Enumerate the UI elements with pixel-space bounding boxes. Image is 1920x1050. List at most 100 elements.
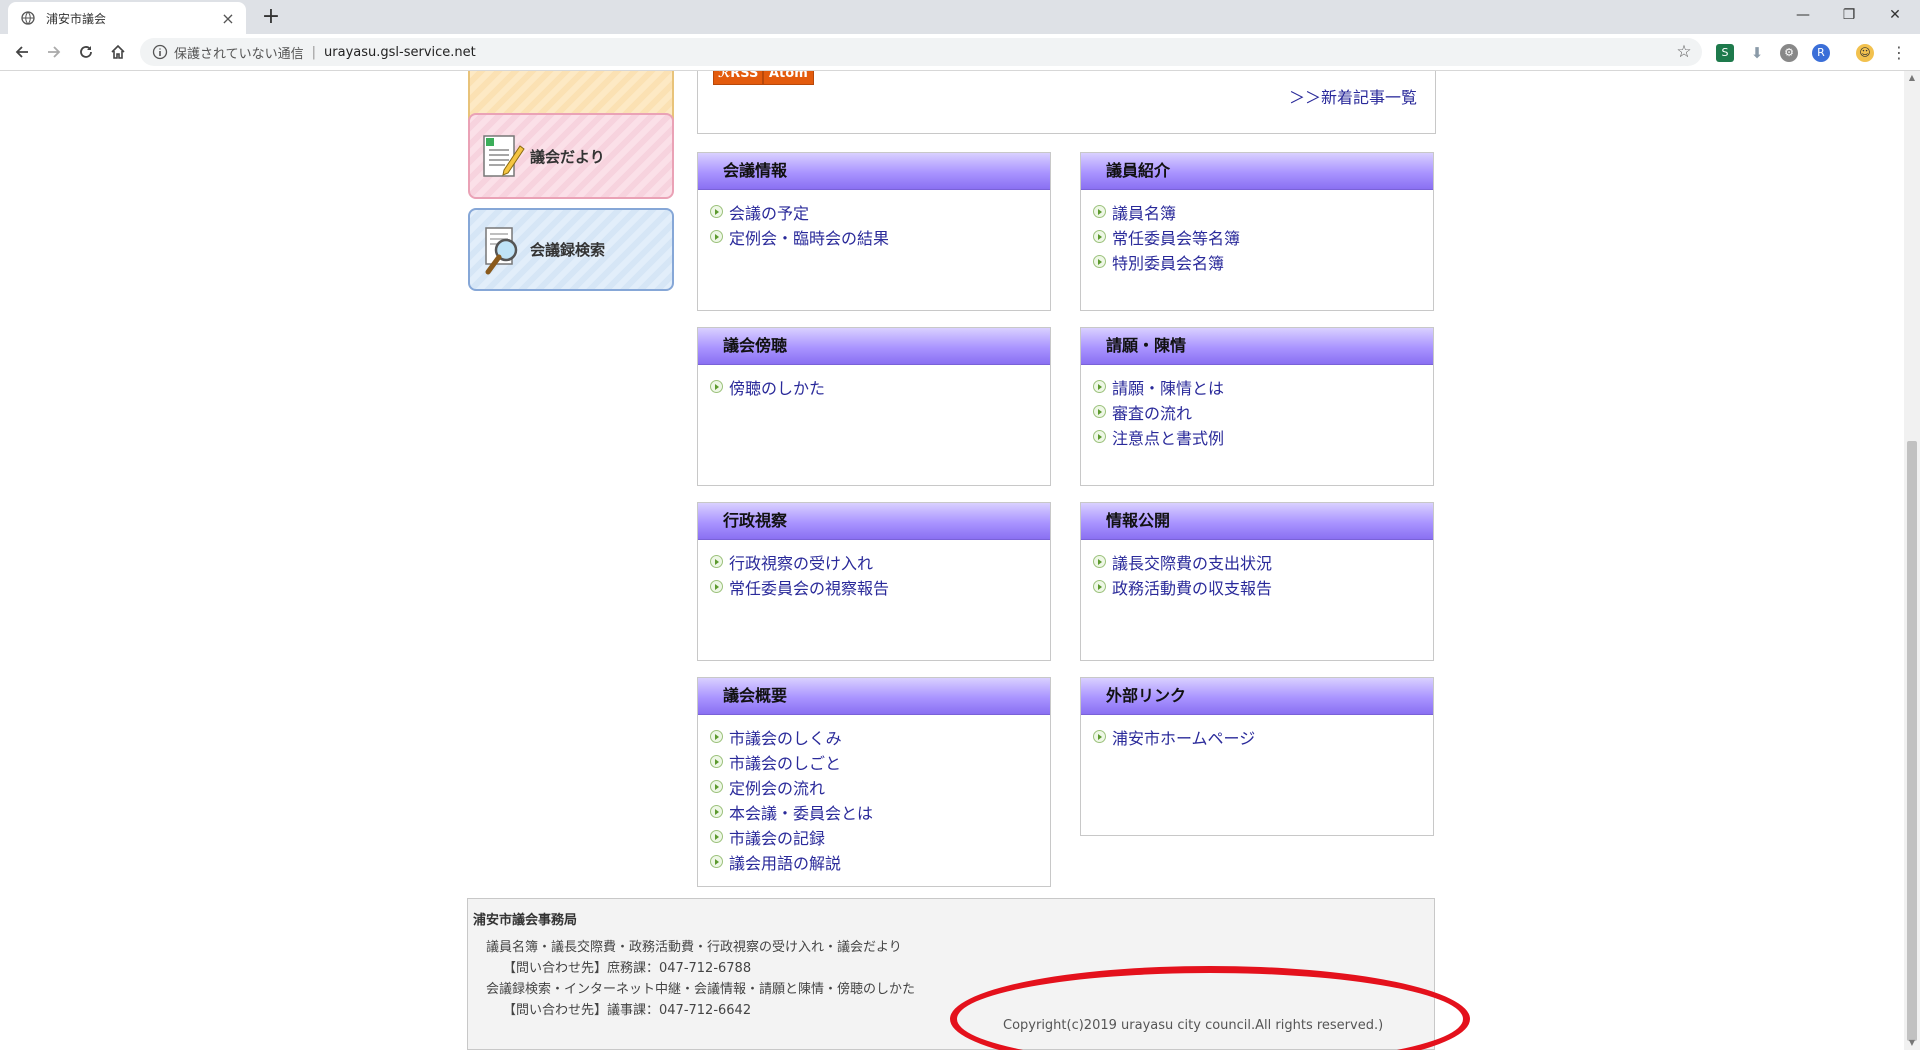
restore-icon[interactable]: ❐ (1826, 0, 1872, 30)
section-seigan-chinjou: 請願・陳情 請願・陳情とは 審査の流れ 注意点と書式例 (1080, 327, 1434, 486)
download-extension-icon[interactable]: ⬇ (1748, 44, 1766, 62)
reload-icon[interactable] (72, 38, 100, 66)
footer-contact: 【問い合わせ先】庶務課：047-712-6788 (503, 961, 752, 976)
bullet-arrow-icon (1093, 380, 1106, 393)
bullet-arrow-icon (1093, 230, 1106, 243)
section-link[interactable]: 浦安市ホームページ (1093, 724, 1433, 749)
atom-button[interactable]: Atom (763, 71, 814, 85)
section-jouhou-koukai: 情報公開 議長交際費の支出状況 政務活動費の収支報告 (1080, 502, 1434, 661)
close-tab-icon[interactable]: × (218, 9, 238, 28)
bullet-arrow-icon (710, 580, 723, 593)
rss-icon: ℛ (718, 71, 731, 81)
section-link[interactable]: 市議会の記録 (710, 824, 1050, 849)
url-text[interactable]: urayasu.gsl-service.net (324, 45, 476, 60)
sidebar-item-kaigiroku-kensaku[interactable]: 会議録検索 (468, 208, 674, 291)
bullet-arrow-icon (710, 380, 723, 393)
bullet-arrow-icon (710, 230, 723, 243)
section-link[interactable]: 請願・陳情とは (1093, 374, 1433, 399)
scroll-up-icon[interactable]: ▲ (1904, 71, 1920, 85)
footer-line: 会議録検索・インターネット中継・会議情報・請願と陳情・傍聴のしかた (486, 982, 916, 997)
section-title: 議会概要 (698, 678, 1050, 715)
rss-label: RSS (730, 71, 759, 81)
section-link[interactable]: 特別委員会名簿 (1093, 249, 1433, 274)
section-title: 外部リンク (1081, 678, 1433, 715)
footer-contact: 【問い合わせ先】議事課：047-712-6642 (503, 1003, 752, 1018)
section-link[interactable]: 行政視察の受け入れ (710, 549, 1050, 574)
bullet-arrow-icon (710, 805, 723, 818)
section-link[interactable]: 政務活動費の収支報告 (1093, 574, 1433, 599)
new-tab-button[interactable]: + (258, 4, 284, 30)
scroll-down-icon[interactable]: ▼ (1904, 1036, 1920, 1050)
bullet-arrow-icon (710, 755, 723, 768)
section-link[interactable]: 傍聴のしかた (710, 374, 1050, 399)
back-icon[interactable] (8, 38, 36, 66)
section-link[interactable]: 市議会のしごと (710, 749, 1050, 774)
section-giin-shoukai: 議員紹介 議員名簿 常任委員会等名簿 特別委員会名簿 (1080, 152, 1434, 311)
section-link[interactable]: 審査の流れ (1093, 399, 1433, 424)
extension-gear-icon[interactable]: ⚙ (1780, 44, 1798, 62)
sidebar-item-gikai-dayori[interactable]: 議会だより (468, 113, 674, 199)
bullet-arrow-icon (710, 205, 723, 218)
footer-line: 議員名簿・議長交際費・政務活動費・行政視察の受け入れ・議会だより (486, 940, 902, 955)
tab-strip: 浦安市議会 × + — ❐ ✕ (0, 0, 1920, 34)
home-icon[interactable] (104, 38, 132, 66)
section-kaigi-jouhou: 会議情報 会議の予定 定例会・臨時会の結果 (697, 152, 1051, 311)
bullet-arrow-icon (1093, 205, 1106, 218)
news-feed-box: ℛRSS Atom ＞＞新着記事一覧 (697, 71, 1436, 134)
browser-toolbar: 保護されていない通信 | urayasu.gsl-service.net ☆ S… (0, 34, 1920, 71)
section-gikai-bouchou: 議会傍聴 傍聴のしかた (697, 327, 1051, 486)
forward-icon[interactable] (40, 38, 68, 66)
extension-s-icon[interactable]: S (1716, 44, 1734, 62)
bookmark-star-icon[interactable]: ☆ (1674, 42, 1694, 62)
magnifier-search-icon (480, 224, 526, 276)
footer-title: 浦安市議会事務局 (473, 913, 578, 928)
bullet-arrow-icon (1093, 730, 1106, 743)
globe-icon (20, 10, 36, 26)
bullet-arrow-icon (710, 780, 723, 793)
section-link[interactable]: 議長交際費の支出状況 (1093, 549, 1433, 574)
info-icon[interactable] (152, 44, 168, 60)
sidebar-label-kaigiroku-kensaku: 会議録検索 (530, 241, 606, 259)
section-link[interactable]: 議会用語の解説 (710, 849, 1050, 874)
section-link[interactable]: 定例会・臨時会の結果 (710, 224, 1050, 249)
section-gaibu-link: 外部リンク 浦安市ホームページ (1080, 677, 1434, 836)
section-link[interactable]: 定例会の流れ (710, 774, 1050, 799)
section-title: 議会傍聴 (698, 328, 1050, 365)
bullet-arrow-icon (710, 830, 723, 843)
menu-kebab-icon[interactable]: ⋮ (1890, 44, 1908, 62)
section-title: 議員紹介 (1081, 153, 1433, 190)
browser-tab[interactable]: 浦安市議会 × (8, 2, 246, 34)
bullet-arrow-icon (1093, 255, 1106, 268)
bullet-arrow-icon (1093, 580, 1106, 593)
section-title: 請願・陳情 (1081, 328, 1433, 365)
bullet-arrow-icon (1093, 555, 1106, 568)
bullet-arrow-icon (1093, 405, 1106, 418)
bullet-arrow-icon (710, 730, 723, 743)
section-link[interactable]: 市議会のしくみ (710, 724, 1050, 749)
page-viewport: 議会だより 会議録検索 ℛRSS Atom ＞＞新着記事一覧 会議情報 会議の予… (0, 71, 1904, 1050)
rss-button[interactable]: ℛRSS (713, 71, 764, 85)
profile-avatar-icon[interactable]: ☺ (1856, 44, 1874, 62)
section-link[interactable]: 常任委員会等名簿 (1093, 224, 1433, 249)
page-scrollbar[interactable]: ▲ ▼ (1904, 71, 1920, 1050)
scrollbar-thumb[interactable] (1907, 441, 1917, 1041)
section-gikai-gaiyou: 議会概要 市議会のしくみ 市議会のしごと 定例会の流れ 本会議・委員会とは 市議… (697, 677, 1051, 887)
section-link[interactable]: 議員名簿 (1093, 199, 1433, 224)
section-link[interactable]: 会議の予定 (710, 199, 1050, 224)
section-gyousei-shisatsu: 行政視察 行政視察の受け入れ 常任委員会の視察報告 (697, 502, 1051, 661)
section-link[interactable]: 本会議・委員会とは (710, 799, 1050, 824)
security-label: 保護されていない通信 (174, 46, 304, 62)
section-title: 情報公開 (1081, 503, 1433, 540)
section-link[interactable]: 注意点と書式例 (1093, 424, 1433, 449)
window-close-icon[interactable]: ✕ (1872, 0, 1918, 30)
section-title: 行政視察 (698, 503, 1050, 540)
address-separator: | (311, 44, 317, 60)
bullet-arrow-icon (1093, 430, 1106, 443)
tab-title: 浦安市議会 (46, 11, 107, 26)
section-title: 会議情報 (698, 153, 1050, 190)
extension-r-icon[interactable]: R (1812, 44, 1830, 62)
address-bar[interactable]: 保護されていない通信 | urayasu.gsl-service.net ☆ (140, 38, 1702, 66)
minimize-icon[interactable]: — (1780, 0, 1826, 30)
section-link[interactable]: 常任委員会の視察報告 (710, 574, 1050, 599)
all-news-link[interactable]: ＞＞新着記事一覧 (1289, 84, 1417, 108)
